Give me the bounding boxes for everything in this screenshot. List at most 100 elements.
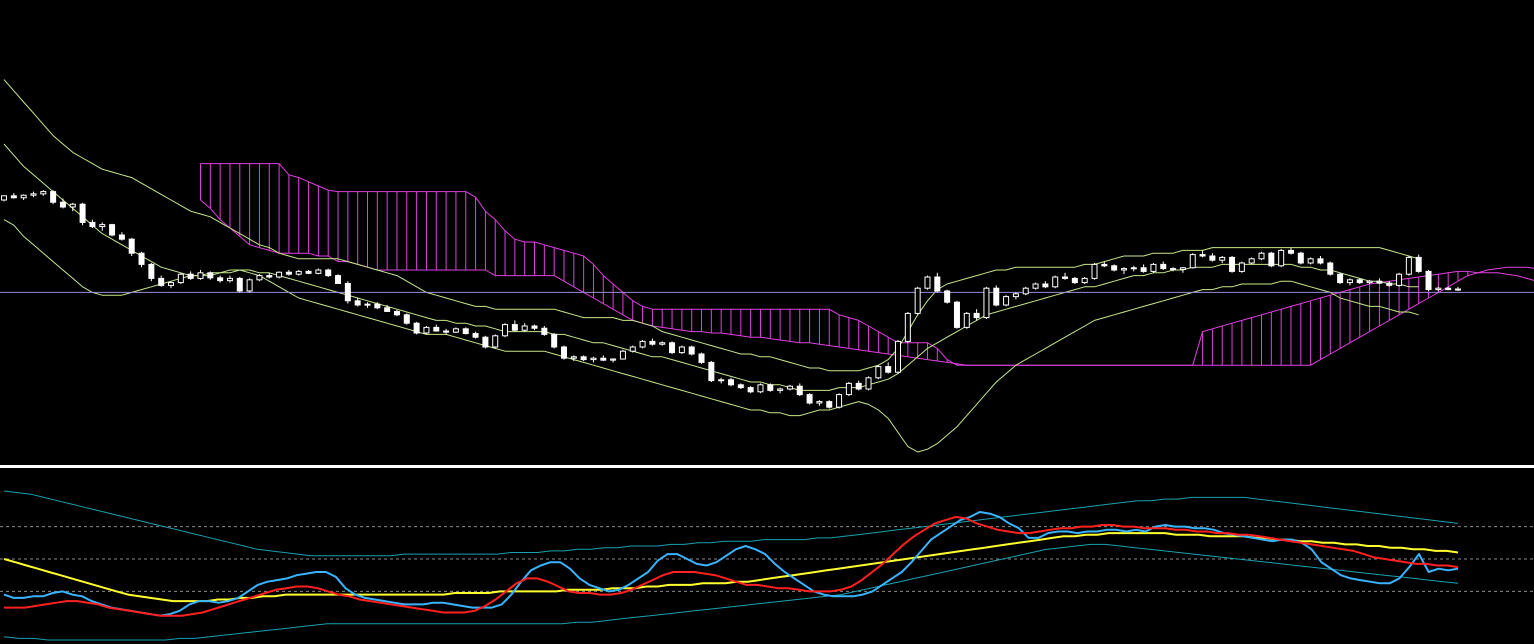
candle-body (728, 379, 734, 386)
candle-body (570, 356, 577, 359)
candle-body (502, 324, 509, 337)
candle-body (128, 238, 135, 254)
candle-body (325, 269, 332, 277)
candle-body (619, 350, 626, 360)
candle-body (423, 326, 430, 334)
candle-body (10, 195, 17, 199)
candle-body (1032, 283, 1039, 289)
candle-body (1, 195, 7, 201)
candle-body (295, 270, 302, 275)
candle-body (374, 303, 381, 309)
candle-body (276, 271, 283, 278)
candle-body (492, 335, 499, 348)
candle-body (1111, 265, 1118, 271)
candle-body (865, 377, 872, 390)
candle-body (1268, 252, 1275, 267)
candle-body (472, 333, 479, 338)
candle-body (1150, 263, 1157, 272)
candle-body (845, 382, 852, 396)
candle-body (1238, 262, 1245, 272)
chart-background (0, 0, 1534, 644)
candle-body (1356, 279, 1363, 284)
candle-body (1307, 258, 1314, 264)
candle-body (197, 272, 204, 279)
candle-body (158, 277, 165, 286)
candle-body (1366, 280, 1373, 284)
panel-separator[interactable] (0, 465, 1534, 468)
candle-body (914, 287, 921, 314)
candle-body (315, 269, 322, 274)
candle-body (1425, 270, 1432, 291)
candle-body (226, 277, 233, 282)
chart-canvas (0, 0, 1534, 644)
candle-body (1327, 262, 1334, 275)
candle-body (600, 357, 607, 361)
candle-body (1101, 263, 1108, 267)
candle-body (855, 382, 862, 390)
candle-body (443, 330, 450, 333)
candle-body (1278, 249, 1285, 267)
candle-body (354, 300, 361, 306)
candle-body (836, 394, 843, 408)
candle-body (1003, 296, 1010, 306)
candle-body (1209, 255, 1216, 261)
candle-body (757, 384, 764, 393)
candle-body (1199, 254, 1206, 257)
candle-body (953, 301, 960, 328)
chart-root (0, 0, 1534, 644)
candle-body (669, 342, 676, 354)
candle-body (560, 346, 567, 359)
candle-body (1297, 252, 1304, 264)
candle-body (1415, 256, 1422, 272)
candle-body (983, 287, 990, 319)
candle-body (1376, 280, 1383, 284)
candle-body (531, 325, 538, 329)
candle-body (541, 327, 548, 335)
candle-body (934, 276, 941, 292)
candle-body (649, 340, 656, 345)
candle-body (148, 263, 155, 279)
candle-body (109, 224, 116, 236)
candle-body (1160, 263, 1167, 270)
candle-body (944, 290, 951, 303)
candle-body (767, 384, 774, 391)
candle-body (1170, 268, 1177, 271)
candle-body (1062, 276, 1069, 279)
candle-body (1042, 283, 1049, 288)
candle-body (1022, 287, 1029, 295)
candle-body (168, 282, 175, 286)
candle-body (1081, 277, 1088, 284)
candle-body (1091, 263, 1098, 279)
candle-body (737, 384, 744, 389)
candle-body (659, 342, 666, 345)
candle-body (1248, 258, 1255, 264)
candle-body (40, 191, 47, 195)
candle-body (50, 191, 57, 203)
candle-body (511, 324, 518, 331)
candle-body (30, 193, 37, 196)
candle-body (875, 366, 882, 379)
candle-body (1337, 273, 1344, 284)
candle-body (118, 234, 125, 240)
candle-body (1071, 277, 1078, 284)
candle-body (99, 224, 106, 228)
candle-body (69, 203, 76, 208)
candle-body (1455, 288, 1461, 291)
candle-body (904, 312, 911, 342)
candle-body (79, 203, 86, 223)
candle-body (885, 366, 892, 373)
candle-body (629, 346, 636, 352)
candle-body (285, 271, 292, 275)
candle-body (639, 340, 646, 348)
candle-body (786, 385, 793, 390)
candle-body (1405, 256, 1412, 275)
candle-body (963, 312, 970, 328)
candle-body (20, 194, 27, 199)
candle-body (1435, 287, 1442, 291)
candle-body (1258, 252, 1265, 260)
candle-body (1189, 254, 1196, 269)
candle-body (816, 401, 823, 404)
candle-body (747, 387, 754, 393)
candle-body (924, 276, 931, 289)
candle-body (59, 201, 66, 208)
